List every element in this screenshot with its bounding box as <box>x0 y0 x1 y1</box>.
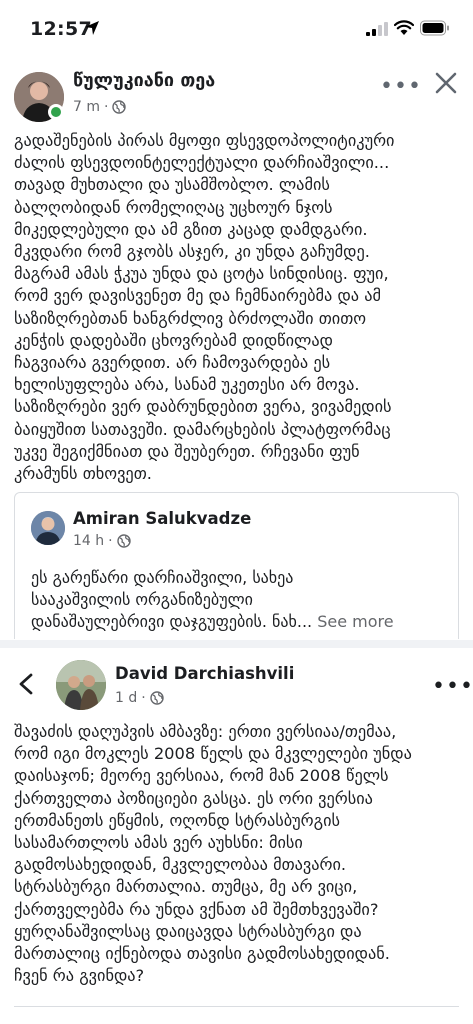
divider <box>0 640 473 648</box>
post-body: შავაძის დაღუპვის ამბავზე: ერთი ვერსიაა/თ… <box>14 722 412 986</box>
shared-post-text: ეს გარეწარი დარჩიაშვილი, სახეა სააკაშვილ… <box>31 568 313 632</box>
globe-icon <box>116 534 131 548</box>
shared-post-meta: 14 h · <box>73 533 131 549</box>
meta-separator: · <box>141 690 146 706</box>
shared-post-body: ეს გარეწარი დარჩიაშვილი, სახეა სააკაშვილ… <box>31 567 451 634</box>
divider <box>14 1006 459 1007</box>
post-time[interactable]: 1 d <box>115 690 137 706</box>
post-time[interactable]: 7 m <box>73 99 100 115</box>
shared-post-card[interactable]: Amiran Salukvadze 14 h · ეს გარეწარი დარ… <box>14 492 459 639</box>
signal-icon <box>366 22 388 36</box>
shared-post-time[interactable]: 14 h <box>73 533 104 549</box>
close-icon[interactable] <box>433 70 459 96</box>
shared-author-name[interactable]: Amiran Salukvadze <box>73 509 251 528</box>
status-bar: 12:57 <box>0 0 473 60</box>
post-author-name[interactable]: David Darchiashvili <box>115 664 294 683</box>
more-options-icon[interactable]: ••• <box>432 674 473 699</box>
online-status-indicator <box>48 104 64 120</box>
see-more-link[interactable]: See more <box>312 612 393 631</box>
meta-separator: · <box>104 99 109 115</box>
back-arrow-icon[interactable] <box>16 672 36 696</box>
globe-icon <box>112 100 127 114</box>
wifi-icon <box>394 20 414 35</box>
status-time: 12:57 <box>30 18 92 40</box>
globe-icon <box>150 691 164 705</box>
meta-separator: · <box>108 533 113 549</box>
avatar[interactable] <box>56 660 106 710</box>
battery-icon <box>420 20 449 36</box>
post-meta: 1 d · <box>115 690 164 706</box>
post-meta: 7 m · <box>73 99 127 115</box>
post-body: გადაშენების პირას მყოფი ფსევდოპოლიტიკური… <box>14 131 395 484</box>
avatar[interactable] <box>31 511 65 545</box>
more-options-icon[interactable]: ••• <box>380 74 422 99</box>
location-arrow-icon <box>85 21 99 35</box>
post-author-name[interactable]: წულუკიანი თეა <box>73 70 215 91</box>
